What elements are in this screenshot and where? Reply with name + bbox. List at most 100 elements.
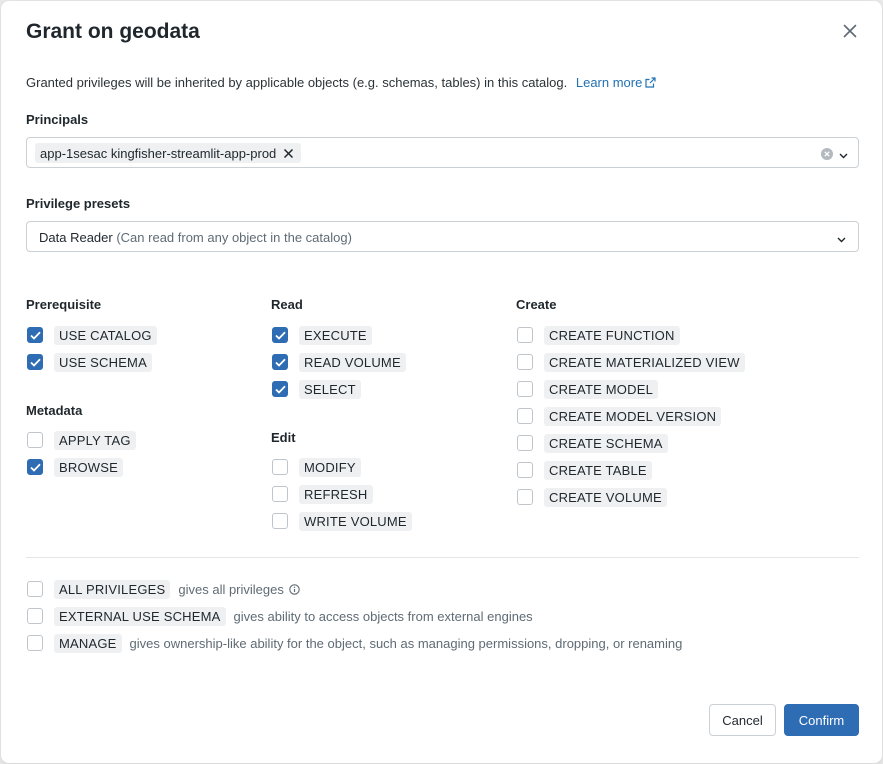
browse-label: BROWSE	[54, 457, 123, 477]
write-volume-checkbox[interactable]	[272, 513, 288, 529]
external-use-schema-desc: gives ability to access objects from ext…	[233, 608, 533, 624]
chevron-down-icon[interactable]	[836, 232, 847, 250]
preset-name: Data Reader	[39, 230, 113, 245]
principals-label: Principals	[26, 112, 89, 127]
privilege-create-model[interactable]: CREATE MODEL	[517, 379, 659, 399]
external-link-icon	[645, 76, 656, 91]
checkmark-icon	[29, 463, 41, 472]
execute-label: EXECUTE	[299, 325, 372, 345]
x-icon[interactable]	[283, 147, 295, 159]
checkmark-icon	[274, 358, 286, 367]
privilege-refresh[interactable]: REFRESH	[272, 484, 373, 504]
create-model-checkbox[interactable]	[517, 381, 533, 397]
close-button[interactable]	[839, 22, 861, 44]
all-privileges-desc: gives all privileges	[178, 581, 284, 597]
create-model-version-checkbox[interactable]	[517, 408, 533, 424]
apply-tag-label: APPLY TAG	[54, 430, 136, 450]
clear-circle-icon[interactable]	[821, 147, 833, 165]
privilege-browse[interactable]: BROWSE	[27, 457, 123, 477]
principal-chip-label: app-1sesac kingfisher-streamlit-app-prod	[40, 145, 277, 161]
learn-more-link[interactable]: Learn more	[576, 75, 656, 90]
privilege-create-function[interactable]: CREATE FUNCTION	[517, 325, 680, 345]
create-volume-label: CREATE VOLUME	[544, 487, 667, 507]
dialog-description: Granted privileges will be inherited by …	[26, 75, 656, 91]
external-use-schema-option[interactable]: EXTERNAL USE SCHEMA gives ability to acc…	[27, 606, 533, 626]
privilege-create-volume[interactable]: CREATE VOLUME	[517, 487, 667, 507]
checkmark-icon	[274, 385, 286, 394]
create-heading: Create	[516, 297, 557, 312]
divider	[26, 557, 859, 558]
confirm-button[interactable]: Confirm	[784, 704, 859, 736]
manage-desc: gives ownership-like ability for the obj…	[129, 635, 683, 651]
browse-checkbox[interactable]	[27, 459, 43, 475]
description-text: Granted privileges will be inherited by …	[26, 75, 568, 90]
prerequisite-heading: Prerequisite	[26, 297, 102, 312]
create-table-label: CREATE TABLE	[544, 460, 652, 480]
privilege-create-table[interactable]: CREATE TABLE	[517, 460, 652, 480]
use-catalog-checkbox[interactable]	[27, 327, 43, 343]
principals-select[interactable]: app-1sesac kingfisher-streamlit-app-prod	[26, 137, 859, 168]
checkmark-icon	[274, 331, 286, 340]
learn-more-label: Learn more	[575, 75, 643, 90]
cancel-button[interactable]: Cancel	[709, 704, 776, 736]
privilege-presets-select[interactable]: Data Reader (Can read from any object in…	[26, 221, 859, 252]
use-catalog-label: USE CATALOG	[54, 325, 157, 345]
privilege-presets-label: Privilege presets	[26, 196, 131, 211]
manage-label: MANAGE	[54, 633, 122, 653]
privilege-select[interactable]: SELECT	[272, 379, 361, 399]
read-volume-checkbox[interactable]	[272, 354, 288, 370]
select-checkbox[interactable]	[272, 381, 288, 397]
checkmark-icon	[29, 358, 41, 367]
execute-checkbox[interactable]	[272, 327, 288, 343]
external-use-schema-checkbox[interactable]	[27, 608, 43, 624]
create-model-label: CREATE MODEL	[544, 379, 659, 399]
privilege-use-schema[interactable]: USE SCHEMA	[27, 352, 152, 372]
manage-checkbox[interactable]	[27, 635, 43, 651]
create-function-checkbox[interactable]	[517, 327, 533, 343]
refresh-label: REFRESH	[299, 484, 373, 504]
create-materialized-view-label: CREATE MATERIALIZED VIEW	[544, 352, 745, 372]
privilege-create-model-version[interactable]: CREATE MODEL VERSION	[517, 406, 722, 426]
create-model-version-label: CREATE MODEL VERSION	[544, 406, 722, 426]
privilege-modify[interactable]: MODIFY	[272, 457, 361, 477]
grant-dialog: Grant on geodata Granted privileges will…	[1, 1, 882, 763]
use-schema-checkbox[interactable]	[27, 354, 43, 370]
edit-heading: Edit	[271, 430, 296, 445]
write-volume-label: WRITE VOLUME	[299, 511, 412, 531]
create-materialized-view-checkbox[interactable]	[517, 354, 533, 370]
all-privileges-checkbox[interactable]	[27, 581, 43, 597]
select-label: SELECT	[299, 379, 361, 399]
preset-hint: (Can read from any object in the catalog…	[116, 230, 352, 245]
external-use-schema-label: EXTERNAL USE SCHEMA	[54, 606, 226, 626]
privilege-create-schema[interactable]: CREATE SCHEMA	[517, 433, 668, 453]
privilege-apply-tag[interactable]: APPLY TAG	[27, 430, 136, 450]
privilege-create-materialized-view[interactable]: CREATE MATERIALIZED VIEW	[517, 352, 745, 372]
create-table-checkbox[interactable]	[517, 462, 533, 478]
refresh-checkbox[interactable]	[272, 486, 288, 502]
read-heading: Read	[271, 297, 303, 312]
metadata-heading: Metadata	[26, 403, 83, 418]
privilege-read-volume[interactable]: READ VOLUME	[272, 352, 406, 372]
principal-chip: app-1sesac kingfisher-streamlit-app-prod	[35, 143, 302, 163]
all-privileges-option[interactable]: ALL PRIVILEGES gives all privileges	[27, 579, 300, 599]
modify-label: MODIFY	[299, 457, 361, 477]
privilege-use-catalog[interactable]: USE CATALOG	[27, 325, 157, 345]
use-schema-label: USE SCHEMA	[54, 352, 152, 372]
read-volume-label: READ VOLUME	[299, 352, 406, 372]
checkmark-icon	[29, 331, 41, 340]
apply-tag-checkbox[interactable]	[27, 432, 43, 448]
privilege-write-volume[interactable]: WRITE VOLUME	[272, 511, 412, 531]
privilege-execute[interactable]: EXECUTE	[272, 325, 372, 345]
create-schema-checkbox[interactable]	[517, 435, 533, 451]
preset-value: Data Reader (Can read from any object in…	[39, 230, 352, 245]
create-volume-checkbox[interactable]	[517, 489, 533, 505]
info-icon[interactable]	[289, 583, 300, 595]
create-schema-label: CREATE SCHEMA	[544, 433, 668, 453]
create-function-label: CREATE FUNCTION	[544, 325, 680, 345]
modify-checkbox[interactable]	[272, 459, 288, 475]
manage-option[interactable]: MANAGE gives ownership-like ability for …	[27, 633, 682, 653]
close-icon	[843, 24, 857, 43]
dialog-title: Grant on geodata	[26, 20, 200, 43]
chevron-down-icon[interactable]	[838, 148, 849, 166]
all-privileges-label: ALL PRIVILEGES	[54, 579, 171, 599]
